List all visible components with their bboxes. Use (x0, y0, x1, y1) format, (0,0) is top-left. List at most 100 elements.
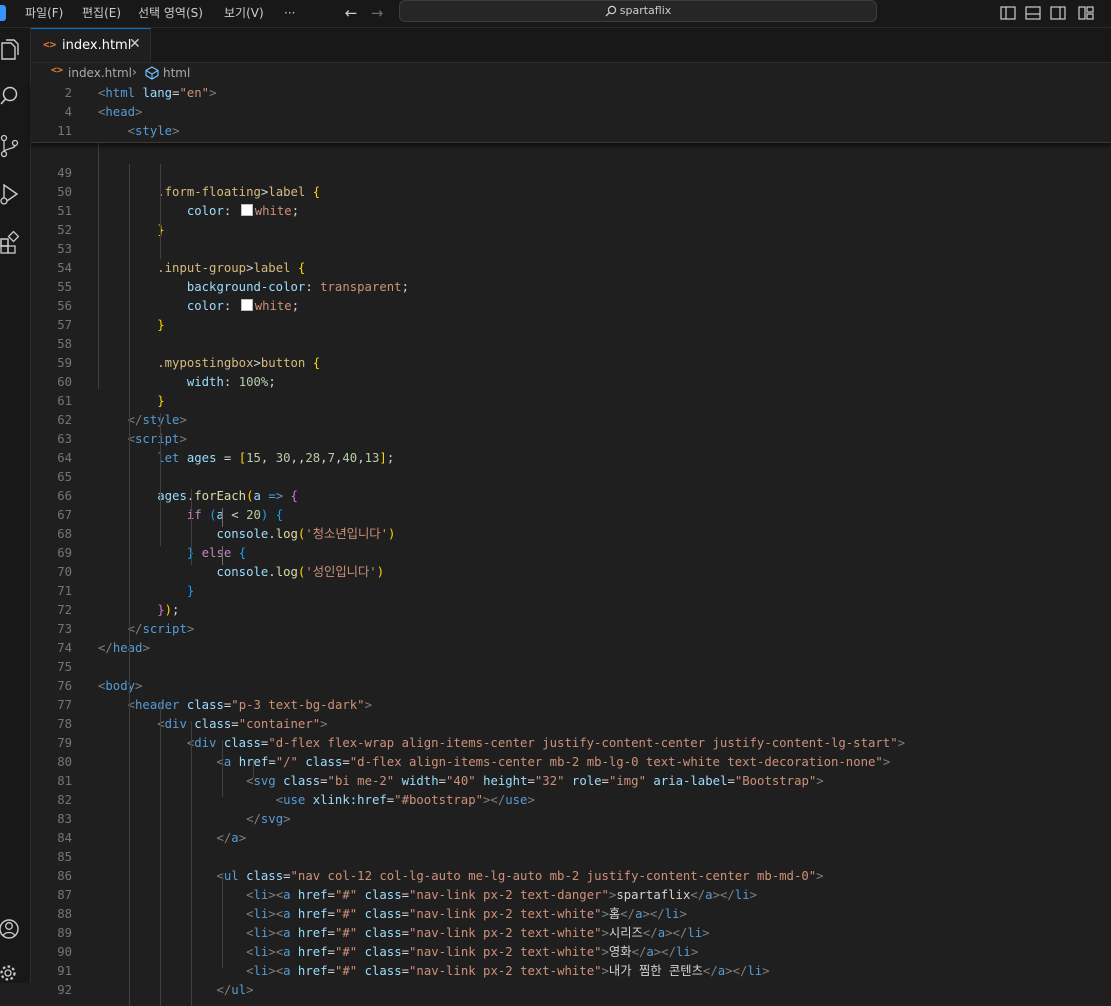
code-line[interactable]: 92 </ul> (31, 981, 1111, 1000)
code-line[interactable]: 74 </head> (31, 639, 1111, 658)
explorer-icon[interactable] (0, 38, 22, 62)
code-line[interactable]: 89 <li><a href="#" class="nav-link px-2 … (31, 924, 1111, 943)
code-token: = (342, 755, 350, 769)
code-line[interactable]: 91 <li><a href="#" class="nav-link px-2 … (31, 962, 1111, 981)
search-icon[interactable] (0, 84, 22, 108)
code-token: href (297, 907, 328, 921)
code-line[interactable]: 83 </svg> (31, 810, 1111, 829)
code-line[interactable]: 90 <li><a href="#" class="nav-link px-2 … (31, 943, 1111, 962)
extensions-icon[interactable] (0, 230, 22, 254)
color-swatch-icon[interactable] (240, 204, 253, 216)
menu-file[interactable]: 파일(F) (23, 4, 65, 22)
code-line[interactable]: 64 let ages = [15, 30,,28,7,40,13]; (31, 449, 1111, 468)
code-line[interactable]: 51 color: white; (31, 202, 1111, 221)
code-line[interactable]: 4 <head> (31, 103, 1111, 122)
code-line[interactable]: 77 <header class="p-3 text-bg-dark"> (31, 696, 1111, 715)
code-line[interactable]: 57 } (31, 316, 1111, 335)
code-token: </ (246, 812, 261, 826)
code-line[interactable]: 66 ages.forEach(a => { (31, 487, 1111, 506)
code-line[interactable]: 65 (31, 468, 1111, 487)
code-editor[interactable]: 2 <html lang="en"> 4 <head> 11 <style> 49 50 … (31, 83, 1111, 1006)
forward-arrow-icon[interactable]: → (366, 2, 388, 24)
code-token: > (882, 755, 891, 769)
code-text: </script> (98, 620, 195, 639)
code-line[interactable]: 86 <ul class="nav col-12 col-lg-auto me-… (31, 867, 1111, 886)
toggle-panel-icon[interactable] (1023, 3, 1043, 23)
code-line[interactable]: 84 </a> (31, 829, 1111, 848)
code-token: { (290, 489, 298, 503)
code-line[interactable]: 67 if (a < 20) { (31, 506, 1111, 525)
code-token: ( (246, 489, 254, 503)
back-arrow-icon[interactable]: ← (340, 2, 362, 24)
code-line[interactable]: 56 color: white; (31, 297, 1111, 316)
toggle-secondary-sidebar-icon[interactable] (1048, 3, 1068, 23)
code-line[interactable]: 72 }); (31, 601, 1111, 620)
code-text: } (98, 582, 194, 601)
code-line[interactable]: 88 <li><a href="#" class="nav-link px-2 … (31, 905, 1111, 924)
code-line[interactable]: 2 <html lang="en"> (31, 84, 1111, 103)
account-icon[interactable] (0, 917, 22, 941)
code-text: </a> (98, 829, 246, 848)
code-line[interactable]: 11 <style> (31, 122, 1111, 141)
code-line[interactable]: 78 <div class="container"> (31, 715, 1111, 734)
indent-guide (222, 508, 223, 527)
code-line[interactable]: 73 </script> (31, 620, 1111, 639)
code-line[interactable]: 54 .input-group>label { (31, 259, 1111, 278)
code-line[interactable]: 85 (31, 848, 1111, 867)
code-line[interactable]: 59 .mypostingbox>button { (31, 354, 1111, 373)
menu-more[interactable]: ··· (282, 4, 297, 22)
breadcrumb-file[interactable]: index.html (68, 66, 132, 80)
code-token: > (702, 926, 710, 940)
code-line[interactable]: 71 } (31, 582, 1111, 601)
line-number: 72 (57, 603, 72, 617)
code-line[interactable]: 53 (31, 240, 1111, 259)
code-line[interactable]: 52 } (31, 221, 1111, 240)
tab-index-html[interactable]: <> index.html ✕ (31, 28, 151, 62)
code-token: < (275, 793, 284, 807)
command-center-search[interactable]: spartaflix (399, 0, 877, 22)
code-line[interactable]: 50 .form-floating>label { (31, 183, 1111, 202)
line-number: 4 (64, 105, 72, 119)
menu-view[interactable]: 보기(V) (222, 4, 266, 22)
code-line[interactable]: 60 width: 100%; (31, 373, 1111, 392)
code-line[interactable]: 70 console.log('성인입니다') (31, 563, 1111, 582)
code-line[interactable]: 63 <script> (31, 430, 1111, 449)
close-icon[interactable]: ✕ (129, 36, 141, 52)
color-swatch-icon[interactable] (240, 299, 253, 311)
sticky-scroll[interactable]: 2 <html lang="en"> 4 <head> 11 <style> (31, 83, 1111, 143)
run-debug-icon[interactable] (0, 182, 22, 206)
code-line[interactable]: 49 (31, 164, 1111, 183)
code-line[interactable]: 81 <svg class="bi me-2" width="40" heigh… (31, 772, 1111, 791)
code-token: '청소년입니다' (305, 527, 389, 541)
breadcrumb-symbol[interactable]: html (163, 66, 190, 80)
code-line[interactable]: 58 (31, 335, 1111, 354)
toggle-primary-sidebar-icon[interactable] (998, 3, 1018, 23)
manage-gear-icon[interactable] (0, 961, 22, 985)
code-line[interactable]: 79 <div class="d-flex flex-wrap align-it… (31, 734, 1111, 753)
code-line[interactable]: 68 console.log('청소년입니다') (31, 525, 1111, 544)
code-token: = (268, 755, 276, 769)
code-token: = (283, 869, 291, 883)
menu-edit[interactable]: 편집(E) (80, 4, 123, 22)
code-line[interactable]: 87 <li><a href="#" class="nav-link px-2 … (31, 886, 1111, 905)
code-line[interactable]: 61 } (31, 392, 1111, 411)
line-number: 70 (57, 565, 72, 579)
code-line[interactable]: 82 <use xlink:href="#bootstrap"></use> (31, 791, 1111, 810)
code-line[interactable]: 76 <body> (31, 677, 1111, 696)
source-control-icon[interactable] (0, 134, 22, 158)
code-line[interactable]: 80 <a href="/" class="d-flex align-items… (31, 753, 1111, 772)
customize-layout-icon[interactable] (1076, 3, 1096, 23)
line-number: 87 (57, 888, 72, 902)
code-line[interactable]: 75 (31, 658, 1111, 677)
menu-selection[interactable]: 선택 영역(S) (136, 4, 205, 22)
code-line[interactable]: 55 background-color: transparent; (31, 278, 1111, 297)
tab-label: index.html (62, 38, 132, 53)
code-line[interactable]: 62 </style> (31, 411, 1111, 430)
code-line[interactable]: 69 } else { (31, 544, 1111, 563)
